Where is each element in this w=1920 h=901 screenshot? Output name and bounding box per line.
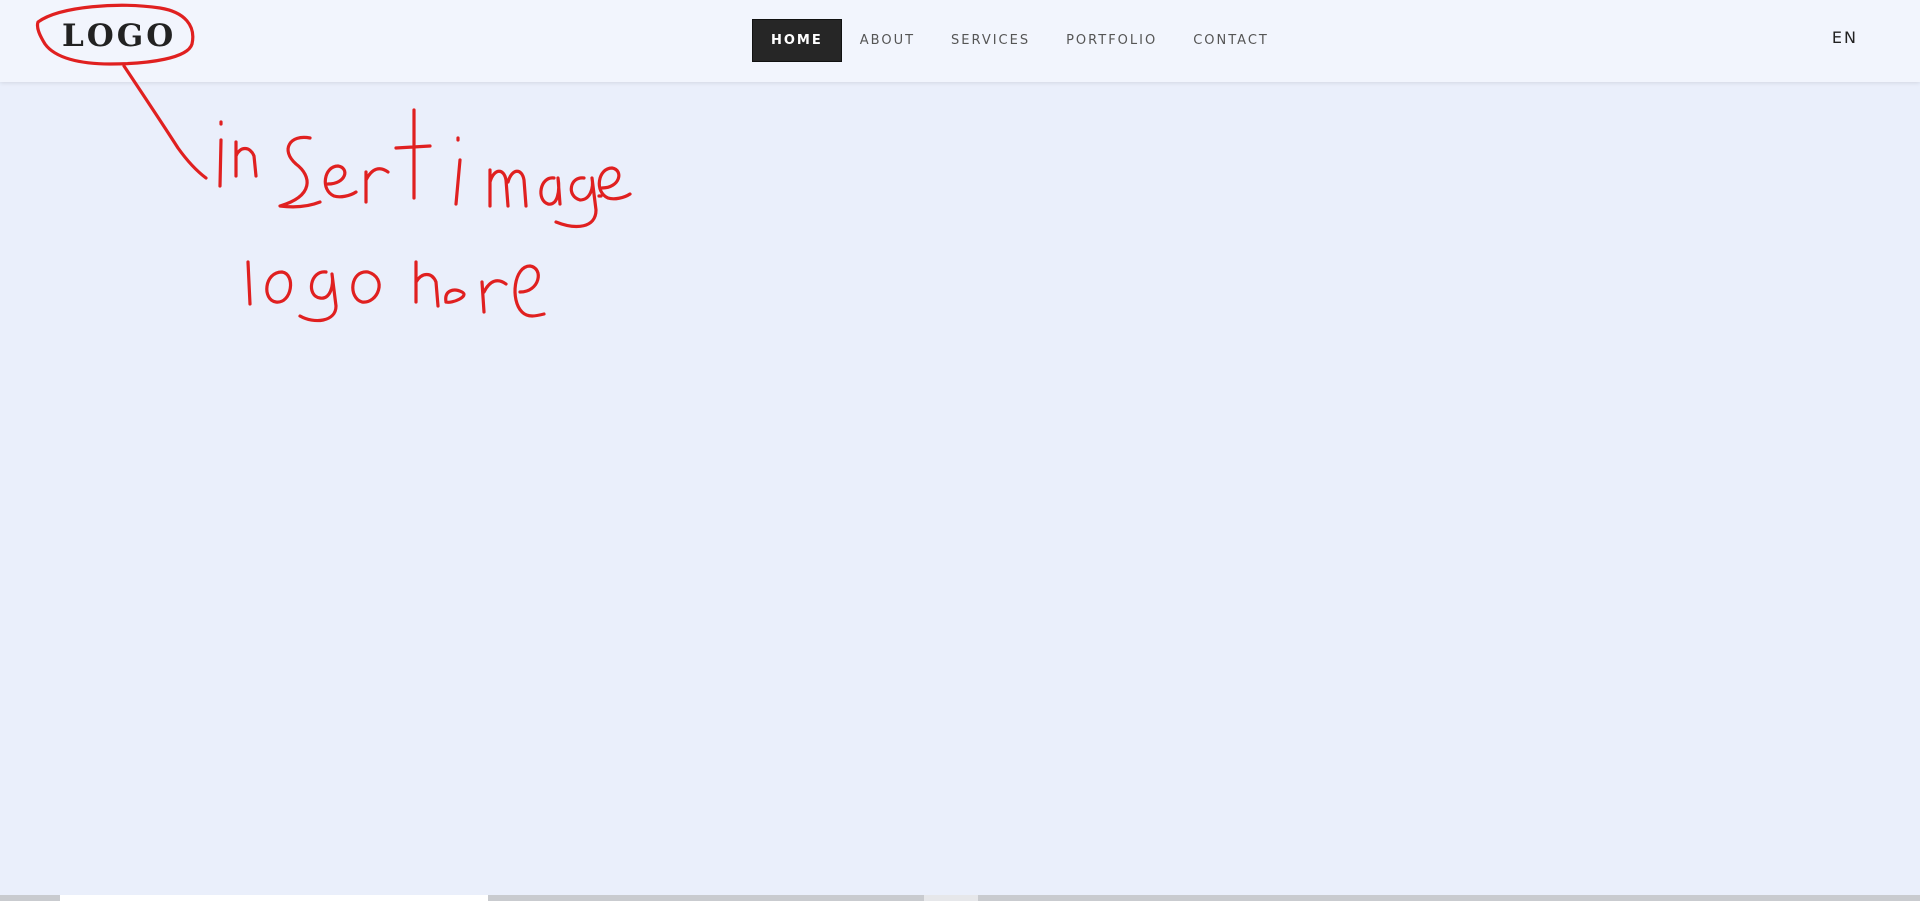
bottom-gap [924,895,978,901]
n-stroke [234,140,258,178]
nav-item-about[interactable]: ABOUT [842,19,933,62]
s-stroke [278,135,322,209]
page: LOGO HOME ABOUT SERVICES PORTFOLIO CONTA… [0,0,1920,901]
o-stroke-2 [351,270,381,304]
nav-item-contact[interactable]: CONTACT [1175,19,1287,62]
r-stroke [364,167,390,204]
g-stroke [554,176,598,229]
site-header: LOGO HOME ABOUT SERVICES PORTFOLIO CONTA… [0,0,1920,82]
main-nav: HOME ABOUT SERVICES PORTFOLIO CONTACT [752,19,1287,62]
e-stroke-3 [444,288,466,304]
r-stroke-2 [480,279,508,314]
logo[interactable]: LOGO [62,16,176,56]
e-stroke-4 [513,264,546,318]
pointer-line-stroke [122,64,208,180]
a-stroke [539,176,562,206]
nav-item-services[interactable]: SERVICES [933,19,1048,62]
e-stroke-2 [597,166,632,201]
bottom-tab[interactable] [60,895,488,901]
g-stroke-2 [298,270,338,323]
language-switcher[interactable]: EN [1832,28,1858,47]
i-stem-2 [454,158,462,206]
o-stroke-1 [265,270,293,304]
nav-item-portfolio[interactable]: PORTFOLIO [1048,19,1175,62]
e-stroke-1 [323,164,358,199]
l-stroke [246,260,252,306]
t-stroke [394,108,432,200]
i-stem-1 [218,138,223,188]
nav-item-home[interactable]: HOME [752,19,842,62]
h-stroke [414,260,440,308]
m-stroke [488,168,528,208]
handwritten-annotation [35,3,632,323]
